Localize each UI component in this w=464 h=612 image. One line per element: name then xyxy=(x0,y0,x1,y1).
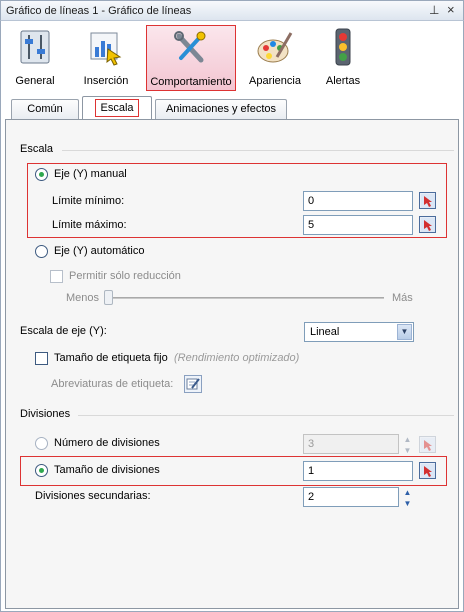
insert-chart-icon xyxy=(90,32,122,66)
tab-comun[interactable]: Común xyxy=(11,99,79,119)
category-alertas[interactable]: Alertas xyxy=(321,25,365,91)
category-label: Alertas xyxy=(325,75,361,87)
close-icon[interactable]: × xyxy=(447,2,455,17)
cell-picker-min-button[interactable] xyxy=(419,192,436,209)
cell-picker-icon xyxy=(421,194,435,208)
edit-abbreviations-button[interactable] xyxy=(184,375,202,393)
category-general[interactable]: General xyxy=(10,25,60,91)
cell-picker-max-button[interactable] xyxy=(419,216,436,233)
category-insercion[interactable]: Inserción xyxy=(77,25,135,91)
slider-less-label: Menos xyxy=(66,292,100,304)
category-apariencia[interactable]: Apariencia xyxy=(247,25,303,91)
allow-reduce-checkbox[interactable] xyxy=(50,270,63,283)
category-label: General xyxy=(15,75,55,87)
fixed-label-size-label: Tamaño de etiqueta fijo xyxy=(54,352,168,364)
manual-axis-radio[interactable] xyxy=(35,168,48,181)
reduction-slider-thumb[interactable] xyxy=(104,290,113,305)
traffic-light-icon xyxy=(335,28,351,66)
division-count-input[interactable]: 3 xyxy=(303,434,399,454)
pin-icon[interactable]: ⊥ xyxy=(429,3,439,17)
spin-up-icon[interactable]: ▲ xyxy=(401,434,414,445)
secondary-divisions-label: Divisiones secundarias: xyxy=(35,490,151,502)
category-ribbon: General Inserción Comportamiento Aparien… xyxy=(0,21,464,95)
division-count-label: Número de divisiones xyxy=(54,437,160,449)
cell-picker-size-button[interactable] xyxy=(419,462,436,479)
max-limit-label: Límite máximo: xyxy=(52,219,127,231)
secondary-divisions-spinner[interactable]: ▲ ▼ xyxy=(401,487,414,509)
reduction-slider-track[interactable] xyxy=(104,297,384,299)
section-scale-label: Escala xyxy=(20,143,54,155)
section-divider xyxy=(78,415,454,416)
auto-axis-label: Eje (Y) automático xyxy=(54,245,145,257)
section-divisions-label: Divisiones xyxy=(20,408,71,420)
cell-picker-icon xyxy=(421,218,435,232)
division-size-input[interactable]: 1 xyxy=(303,461,413,481)
edit-icon xyxy=(186,378,200,390)
spin-down-icon[interactable]: ▼ xyxy=(401,498,414,509)
tab-animaciones[interactable]: Animaciones y efectos xyxy=(155,99,287,119)
division-count-radio[interactable] xyxy=(35,437,48,450)
allow-reduce-label: Permitir sólo reducción xyxy=(69,270,181,282)
tab-label: Común xyxy=(27,103,63,115)
division-size-radio[interactable] xyxy=(35,464,48,477)
sliders-icon xyxy=(20,30,50,64)
category-label: Inserción xyxy=(83,75,129,87)
min-limit-label: Límite mínimo: xyxy=(52,195,125,207)
cell-picker-icon xyxy=(421,464,435,478)
cell-picker-icon xyxy=(421,438,435,452)
chevron-down-icon: ▼ xyxy=(397,324,412,340)
manual-axis-label: Eje (Y) manual xyxy=(54,168,127,180)
palette-icon xyxy=(257,32,293,63)
fixed-label-size-checkbox[interactable] xyxy=(35,352,48,365)
category-label: Apariencia xyxy=(249,75,301,87)
category-comportamiento[interactable]: Comportamiento xyxy=(146,25,236,91)
cell-picker-count-button[interactable] xyxy=(419,436,436,453)
tools-icon xyxy=(174,31,206,63)
title-bar: Gráfico de líneas 1 - Gráfico de líneas … xyxy=(0,0,464,21)
tab-label: Animaciones y efectos xyxy=(165,103,277,115)
label-abbreviations-label: Abreviaturas de etiqueta: xyxy=(51,378,174,390)
window-title: Gráfico de líneas 1 - Gráfico de líneas xyxy=(6,5,192,17)
section-divider xyxy=(62,150,454,151)
division-size-label: Tamaño de divisiones xyxy=(54,464,160,476)
max-limit-input[interactable]: 5 xyxy=(303,215,413,235)
category-label: Comportamiento xyxy=(150,76,232,88)
secondary-divisions-input[interactable]: 2 xyxy=(303,487,399,507)
axis-scale-label: Escala de eje (Y): xyxy=(20,325,107,337)
tab-escala[interactable]: Escala xyxy=(82,96,152,120)
division-count-spinner[interactable]: ▲ ▼ xyxy=(401,434,414,456)
tab-bar: Común Escala Animaciones y efectos xyxy=(0,95,464,120)
axis-scale-value: Lineal xyxy=(310,326,340,338)
slider-more-label: Más xyxy=(392,292,413,304)
fixed-label-size-note: (Rendimiento optimizado) xyxy=(174,352,300,364)
spin-down-icon[interactable]: ▼ xyxy=(401,445,414,456)
auto-axis-radio[interactable] xyxy=(35,245,48,258)
min-limit-input[interactable]: 0 xyxy=(303,191,413,211)
spin-up-icon[interactable]: ▲ xyxy=(401,487,414,498)
tab-label: Escala xyxy=(100,102,134,114)
axis-scale-select[interactable]: Lineal ▼ xyxy=(304,322,414,342)
scale-panel: Escala Eje (Y) manual Límite mínimo: 0 L… xyxy=(5,119,459,609)
